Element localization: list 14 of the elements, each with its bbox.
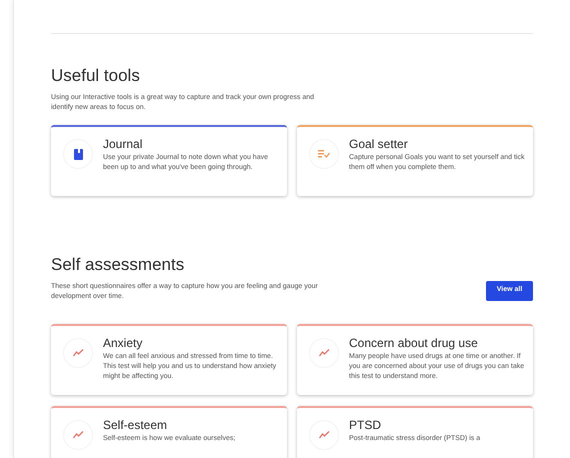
checklist-icon bbox=[318, 150, 330, 158]
card-title: Self-esteem bbox=[103, 418, 168, 432]
trend-icon bbox=[72, 348, 84, 356]
book-icon bbox=[74, 148, 82, 160]
trend-icon bbox=[318, 430, 330, 438]
trend-icon bbox=[72, 430, 84, 438]
card-title: PTSD bbox=[349, 418, 382, 432]
card-title: Anxiety bbox=[103, 336, 144, 350]
card-title: Goal setter bbox=[349, 137, 409, 152]
card-title: Journal bbox=[103, 137, 144, 152]
trend-icon bbox=[318, 348, 330, 356]
card-title: Concern about drug use bbox=[349, 336, 479, 350]
section-heading: Useful tools bbox=[51, 65, 141, 86]
section-heading: Self assessments bbox=[51, 254, 186, 276]
